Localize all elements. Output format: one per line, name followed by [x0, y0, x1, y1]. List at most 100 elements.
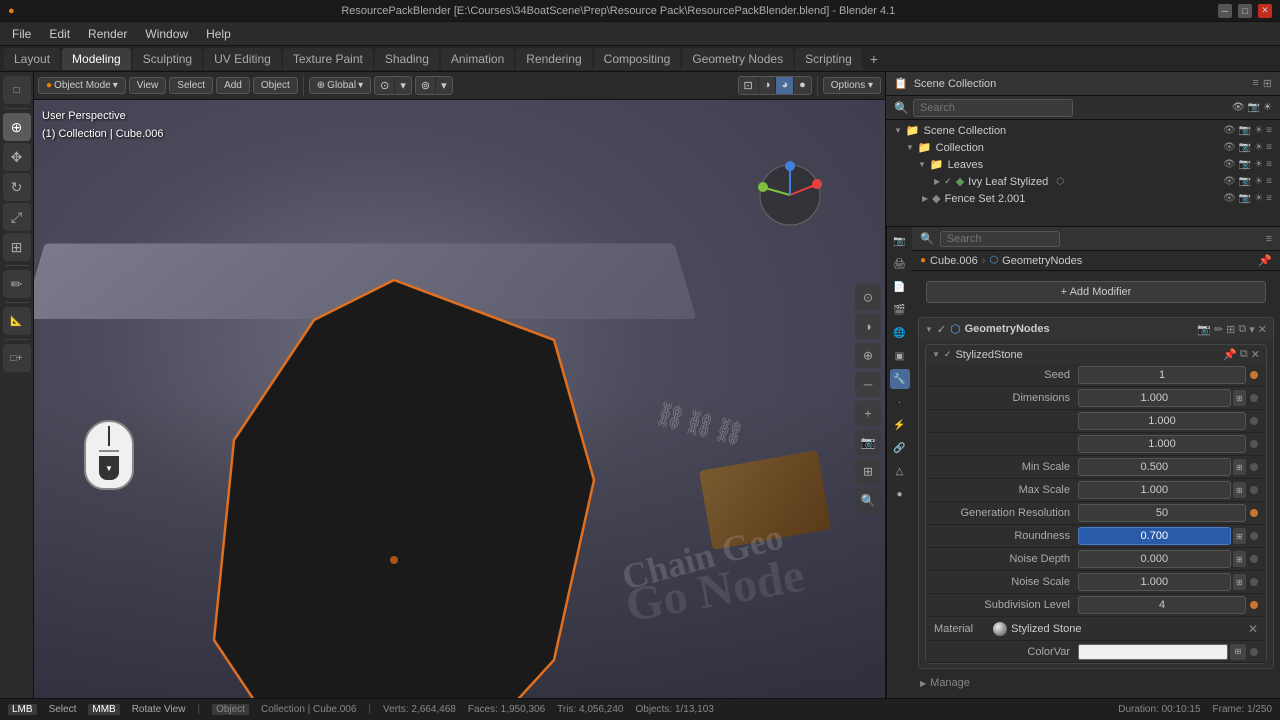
prop-scene-icon[interactable]: 🎬: [890, 300, 910, 320]
navigation-gizmo[interactable]: X Y Z: [755, 160, 825, 230]
close-button[interactable]: ✕: [1258, 4, 1272, 18]
proportional-dropdown[interactable]: ▾: [436, 77, 452, 94]
prop-constraints-icon[interactable]: 🔗: [890, 438, 910, 458]
tool-measure[interactable]: 📐: [3, 307, 31, 335]
outliner-restrict-icon[interactable]: ⊞: [1263, 77, 1272, 90]
colorvar-expand[interactable]: ⊞: [1230, 644, 1246, 660]
col-sun[interactable]: ☀: [1254, 142, 1263, 153]
dim-y-input[interactable]: [1078, 412, 1246, 430]
tab-compositing[interactable]: Compositing: [594, 48, 681, 70]
add-modifier-button[interactable]: + Add Modifier: [926, 281, 1266, 303]
gen-res-input[interactable]: [1078, 504, 1246, 522]
subdiv-input[interactable]: [1078, 596, 1246, 614]
menu-edit[interactable]: Edit: [41, 25, 78, 43]
tool-transform[interactable]: ⊞: [3, 233, 31, 261]
ivy-eye[interactable]: 👁: [1223, 176, 1236, 187]
tab-modeling[interactable]: Modeling: [62, 48, 131, 70]
toggle-gizmos[interactable]: ⊕: [855, 343, 881, 369]
outliner-search-input[interactable]: [913, 99, 1073, 117]
tool-annotate[interactable]: ✏: [3, 270, 31, 298]
geo-camera-icon[interactable]: 📷: [1197, 323, 1211, 336]
ivy-filter[interactable]: ≡: [1266, 176, 1272, 187]
menu-help[interactable]: Help: [198, 25, 239, 43]
fence-sun[interactable]: ☀: [1254, 193, 1263, 204]
sc-cam[interactable]: 📷: [1239, 125, 1251, 136]
sub-copy[interactable]: ⧉: [1240, 348, 1248, 361]
dim-z-input[interactable]: [1078, 435, 1246, 453]
geo-grid-icon[interactable]: ⊞: [1226, 323, 1235, 336]
sub-close[interactable]: ✕: [1251, 348, 1260, 361]
menu-file[interactable]: File: [4, 25, 39, 43]
leaves-filter[interactable]: ≡: [1266, 159, 1272, 170]
proportional-edit-toggle[interactable]: ⊚: [416, 77, 435, 94]
fence-cam[interactable]: 📷: [1239, 193, 1251, 204]
camera-view[interactable]: 📷: [855, 430, 881, 456]
seed-input[interactable]: [1078, 366, 1246, 384]
tab-shading[interactable]: Shading: [375, 48, 439, 70]
col-eye[interactable]: 👁: [1223, 142, 1236, 153]
geo-copy-icon[interactable]: ⧉: [1238, 323, 1246, 336]
manage-row[interactable]: ▶ Manage: [912, 673, 1280, 693]
prop-obj-icon[interactable]: ▣: [890, 346, 910, 366]
prop-particles-icon[interactable]: ·: [890, 392, 910, 412]
colorvar-swatch[interactable]: [1078, 644, 1228, 660]
outliner-item-leaves[interactable]: ▼ 📁 Leaves 👁 📷 ☀ ≡: [910, 156, 1280, 173]
prop-physics-icon[interactable]: ⚡: [890, 415, 910, 435]
add-menu[interactable]: Add: [216, 77, 250, 94]
prop-render-icon[interactable]: 📷: [890, 231, 910, 251]
material-remove[interactable]: ✕: [1248, 622, 1258, 636]
minimize-button[interactable]: ─: [1218, 4, 1232, 18]
geo-expand-triangle[interactable]: ▼: [925, 325, 933, 334]
leaves-eye[interactable]: 👁: [1223, 159, 1236, 170]
tab-layout[interactable]: Layout: [4, 48, 60, 70]
camera-icon[interactable]: 📷: [1248, 102, 1260, 113]
properties-search-input[interactable]: [940, 231, 1060, 247]
roundness-expand[interactable]: ⊞: [1233, 528, 1246, 544]
noise-scale-expand[interactable]: ⊞: [1233, 574, 1246, 590]
tab-uv-editing[interactable]: UV Editing: [204, 48, 281, 70]
object-menu[interactable]: Object: [253, 77, 298, 94]
material-shading[interactable]: ◕: [776, 77, 793, 94]
sun-icon[interactable]: ☀: [1263, 102, 1272, 113]
outliner-item-fence[interactable]: ▶ ◆ Fence Set 2.001 👁 📷 ☀ ≡: [886, 190, 1280, 207]
options-button[interactable]: Options ▾: [823, 77, 881, 94]
add-workspace-button[interactable]: +: [864, 49, 884, 69]
properties-filter-icon[interactable]: ≡: [1266, 233, 1272, 245]
snap-cursor[interactable]: ⊞: [855, 459, 881, 485]
wireframe-shading[interactable]: ⊡: [739, 77, 758, 94]
breadcrumb-geonodes[interactable]: GeometryNodes: [1002, 255, 1082, 267]
prop-output-icon[interactable]: 🖨: [890, 254, 910, 274]
outliner-item-ivy[interactable]: ▶ ✓ ◆ Ivy Leaf Stylized ⬡ 👁 📷 ☀ ≡: [886, 173, 1280, 190]
breadcrumb-cube[interactable]: Cube.006: [930, 255, 978, 267]
ivy-sun[interactable]: ☀: [1254, 176, 1263, 187]
prop-obj-data-icon[interactable]: △: [890, 461, 910, 481]
outliner-item-collection[interactable]: ▼ 📁 Collection 👁 📷 ☀ ≡: [898, 139, 1280, 156]
sub-expand[interactable]: ▼: [932, 350, 940, 359]
tab-rendering[interactable]: Rendering: [516, 48, 591, 70]
breadcrumb-pin[interactable]: 📌: [1258, 254, 1272, 267]
search-overlay[interactable]: 🔍: [855, 488, 881, 514]
snap-toggle[interactable]: ⊙: [375, 77, 394, 94]
mode-selector[interactable]: ● Object Mode ▾: [38, 77, 126, 94]
geo-edit-icon[interactable]: ✏: [1214, 323, 1223, 336]
menu-render[interactable]: Render: [80, 25, 135, 43]
ivy-cam[interactable]: 📷: [1239, 176, 1251, 187]
outliner-filter-icon[interactable]: ≡: [1252, 77, 1258, 90]
tool-add-cube[interactable]: □+: [3, 344, 31, 372]
transform-orientation[interactable]: ⊕ Global ▾: [309, 77, 371, 94]
prop-view-layer-icon[interactable]: 📄: [890, 277, 910, 297]
snap-dropdown[interactable]: ▾: [395, 77, 411, 94]
col-cam[interactable]: 📷: [1239, 142, 1251, 153]
toggle-xray[interactable]: ◑: [855, 314, 881, 340]
tab-texture-paint[interactable]: Texture Paint: [283, 48, 373, 70]
leaves-cam[interactable]: 📷: [1239, 159, 1251, 170]
solid-shading[interactable]: ◑: [759, 77, 776, 94]
dimensions-expand[interactable]: ⊞: [1233, 390, 1246, 406]
tab-geometry-nodes[interactable]: Geometry Nodes: [682, 48, 793, 70]
zoom-in[interactable]: +: [855, 401, 881, 427]
min-scale-input[interactable]: [1078, 458, 1231, 476]
noise-depth-input[interactable]: [1078, 550, 1231, 568]
outliner-item-scene-collection[interactable]: ▼ 📁 Scene Collection 👁 📷 ☀ ≡: [886, 122, 1280, 139]
prop-material-icon[interactable]: ●: [890, 484, 910, 504]
col-filter[interactable]: ≡: [1266, 142, 1272, 153]
